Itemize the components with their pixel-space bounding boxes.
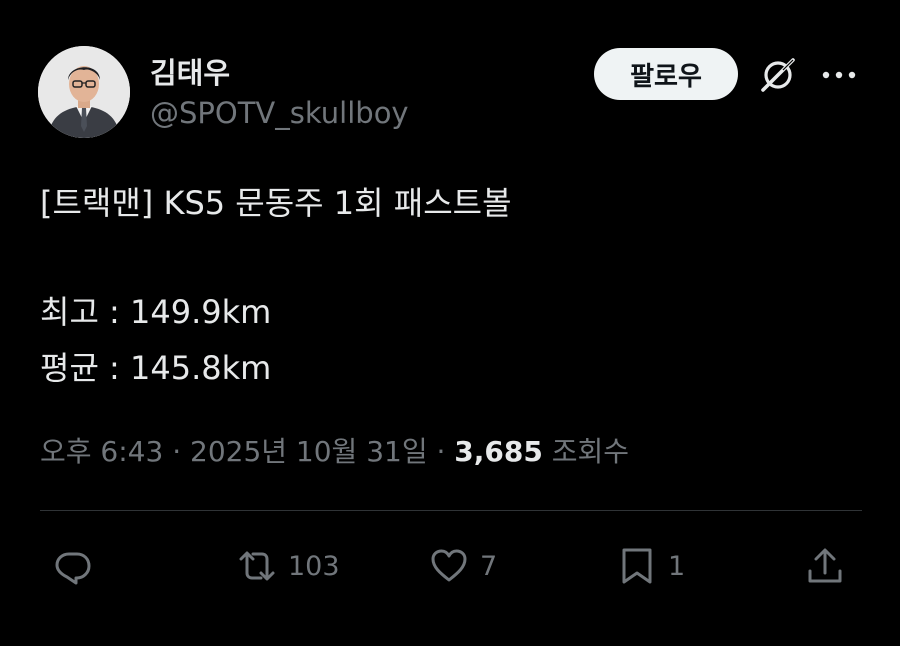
- tweet-text-line-3: 평균 : 145.8km: [40, 349, 272, 387]
- bookmark-icon: [622, 548, 652, 584]
- follow-button[interactable]: 팔로우: [594, 48, 738, 100]
- like-button[interactable]: 7: [428, 545, 497, 587]
- avatar-image: [38, 46, 130, 138]
- timestamp[interactable]: 오후 6:43 · 2025년 10월 31일 ·: [40, 435, 454, 468]
- tweet-card: 김태우 @SPOTV_skullboy 팔로우 [트랙맨] KS5 문동주 1회…: [0, 0, 900, 646]
- grok-icon[interactable]: [757, 54, 799, 96]
- share-icon: [808, 548, 842, 583]
- retweet-count: 103: [288, 550, 340, 582]
- tweet-text-line-2: 최고 : 149.9km: [40, 293, 272, 331]
- retweet-button[interactable]: 103: [236, 545, 340, 587]
- views-count[interactable]: 3,685: [454, 435, 543, 468]
- retweet-icon: [239, 551, 275, 581]
- tweet-meta: 오후 6:43 · 2025년 10월 31일 · 3,685 조회수: [40, 430, 629, 470]
- avatar[interactable]: [38, 46, 130, 138]
- like-count: 7: [480, 550, 498, 582]
- reply-icon: [55, 552, 91, 585]
- divider: [40, 510, 862, 511]
- author-handle[interactable]: @SPOTV_skullboy: [150, 96, 409, 130]
- bookmark-count: 1: [668, 550, 686, 582]
- tweet-text-line-1: [트랙맨] KS5 문동주 1회 패스트볼: [40, 184, 512, 222]
- more-icon[interactable]: [820, 60, 858, 90]
- views-label: 조회수: [542, 435, 630, 468]
- reply-button[interactable]: [52, 545, 104, 587]
- bookmark-button[interactable]: 1: [616, 545, 685, 587]
- share-button[interactable]: [804, 545, 846, 587]
- heart-icon: [431, 549, 467, 582]
- author-name[interactable]: 김태우: [150, 50, 230, 92]
